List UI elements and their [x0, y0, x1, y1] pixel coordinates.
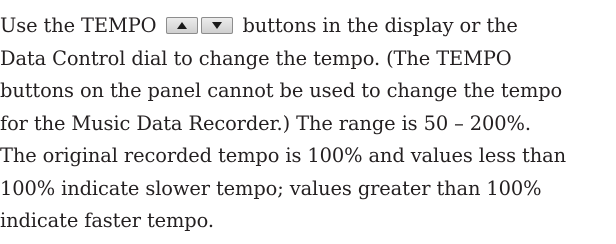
line1-post-text: buttons in the display or the [242, 14, 518, 37]
triangle-up-icon [177, 21, 188, 29]
text-line-5: The original recorded tempo is 100% and … [0, 144, 566, 167]
line1-pre-text: Use the TEMPO [0, 14, 157, 37]
text-line-4: for the Music Data Recorder.) The range … [0, 111, 531, 135]
tempo-button-group [166, 16, 236, 34]
text-line-7: indicate faster tempo. [0, 209, 214, 232]
tempo-up-button [166, 16, 199, 34]
text-line-3: buttons on the panel cannot be used to c… [0, 79, 563, 102]
text-line-1: Use the TEMPO buttons in the display or t… [0, 10, 616, 43]
text-line-2: Data Control dial to change the tempo. (… [0, 46, 512, 70]
triangle-down-icon [212, 21, 223, 29]
instruction-paragraph: Use the TEMPO buttons in the display or t… [0, 0, 616, 238]
text-line-6: 100% indicate slower tempo; values great… [0, 176, 542, 200]
tempo-down-button [201, 16, 234, 34]
